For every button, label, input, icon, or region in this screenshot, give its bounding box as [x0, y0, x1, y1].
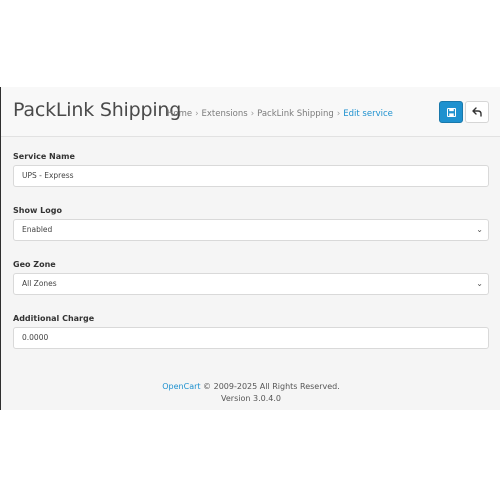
additional-charge-group: Additional Charge 0.0000 [13, 311, 489, 365]
service-name-group: Service Name UPS - Express [13, 149, 489, 203]
page-footer: OpenCart © 2009-2025 All Rights Reserved… [1, 381, 500, 405]
show-logo-value: Enabled [22, 225, 53, 234]
geo-zone-group: Geo Zone All Zones ⌄ [13, 257, 489, 311]
copyright-text: © 2009-2025 All Rights Reserved. [200, 382, 340, 391]
copyright-line: OpenCart © 2009-2025 All Rights Reserved… [1, 381, 500, 393]
breadcrumb: Home › Extensions › PackLink Shipping › Edit s… [167, 109, 393, 119]
geo-zone-select[interactable]: All Zones ⌄ [13, 273, 489, 295]
additional-charge-value: 0.0000 [22, 333, 49, 342]
breadcrumb-home[interactable]: Home [167, 109, 192, 119]
breadcrumb-extensions[interactable]: Extensions [202, 109, 248, 119]
additional-charge-input[interactable]: 0.0000 [13, 327, 489, 349]
service-form: Service Name UPS - Express Show Logo Ena… [13, 149, 489, 365]
page-header: PackLink Shipping Home › Extensions › PackLi… [1, 87, 500, 137]
breadcrumb-edit-service[interactable]: Edit service [343, 109, 393, 119]
show-logo-group: Show Logo Enabled ⌄ [13, 203, 489, 257]
chevron-down-icon: ⌄ [476, 225, 483, 234]
breadcrumb-separator: › [336, 109, 341, 119]
admin-panel: PackLink Shipping Home › Extensions › PackLi… [0, 87, 500, 410]
service-name-value: UPS - Express [22, 171, 74, 180]
opencart-link[interactable]: OpenCart [162, 382, 200, 391]
breadcrumb-separator: › [195, 109, 199, 119]
service-name-label: Service Name [13, 152, 75, 161]
breadcrumb-packlink-shipping[interactable]: PackLink Shipping [257, 109, 334, 119]
breadcrumb-separator: › [250, 109, 255, 119]
geo-zone-label: Geo Zone [13, 260, 56, 269]
page-title: PackLink Shipping [13, 99, 182, 121]
service-name-input[interactable]: UPS - Express [13, 165, 489, 187]
back-button[interactable] [465, 101, 489, 123]
reply-arrow-icon [472, 107, 482, 117]
show-logo-select[interactable]: Enabled ⌄ [13, 219, 489, 241]
save-button[interactable] [439, 101, 463, 123]
additional-charge-label: Additional Charge [13, 314, 95, 323]
chevron-down-icon: ⌄ [476, 279, 483, 288]
version-text: Version 3.0.4.0 [221, 394, 281, 403]
floppy-disk-icon [446, 107, 456, 117]
show-logo-label: Show Logo [13, 206, 62, 215]
geo-zone-value: All Zones [22, 279, 57, 288]
